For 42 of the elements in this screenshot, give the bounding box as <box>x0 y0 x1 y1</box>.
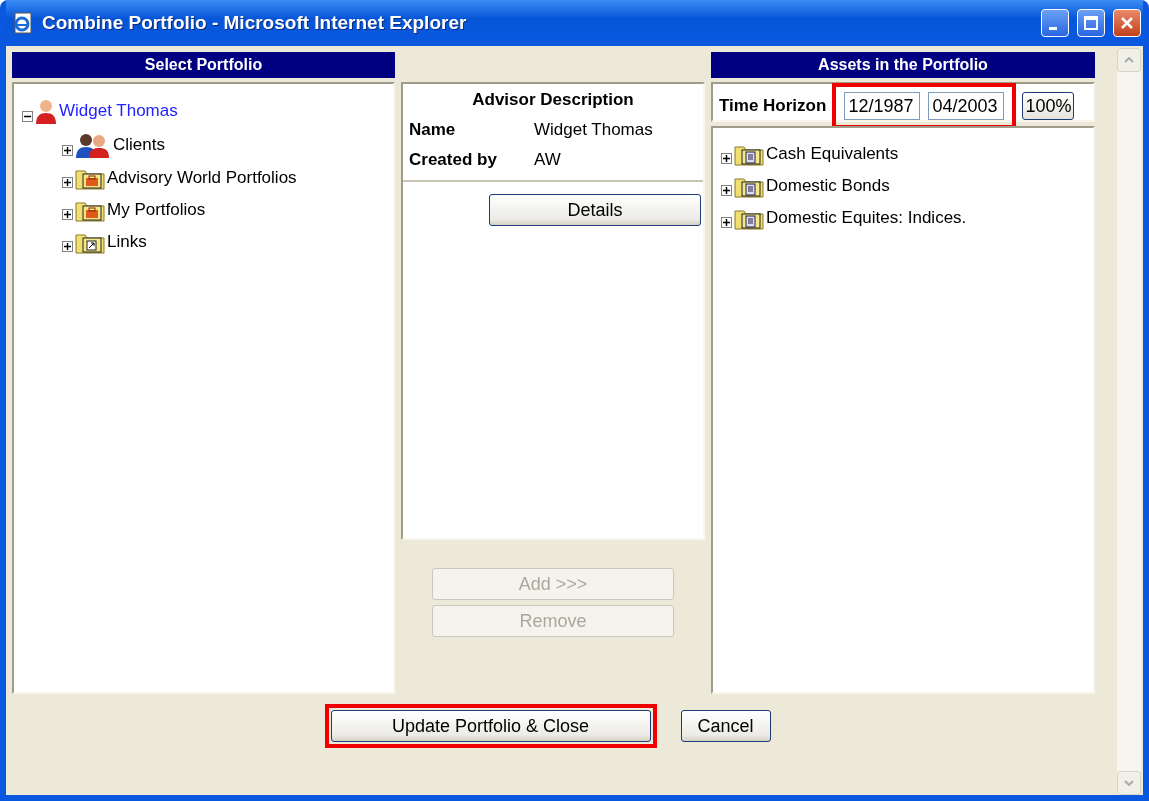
minimize-icon <box>1049 26 1057 30</box>
field-label: Created by <box>409 150 498 170</box>
tree-item[interactable]: Advisory World Portfolios <box>107 168 297 188</box>
person-icon <box>35 98 57 124</box>
panel-header: Select Portfolio <box>12 52 395 78</box>
details-button[interactable]: Details <box>489 194 701 226</box>
tree-item[interactable]: Domestic Bonds <box>766 176 890 196</box>
tree-item[interactable]: Links <box>107 232 147 252</box>
browser-icon <box>12 12 34 34</box>
time-horizon-label: Time Horizon <box>719 96 827 116</box>
field-value: Widget Thomas <box>534 120 654 140</box>
footer-button[interactable]: Cancel <box>680 710 771 742</box>
expand-icon[interactable] <box>62 209 73 220</box>
maximize-button[interactable] <box>1077 9 1105 37</box>
end-date-field[interactable]: 04/2003 <box>928 92 1005 120</box>
window-title: Combine Portfolio - Microsoft Internet Explorer <box>42 12 468 34</box>
minimize-button[interactable] <box>1041 9 1069 37</box>
maximize-icon <box>1084 16 1098 30</box>
description-heading: Advisor Description <box>471 90 635 110</box>
tree-item[interactable]: Cash Equivalents <box>766 144 899 164</box>
panel-header: Assets in the Portfolio <box>711 52 1095 78</box>
expand-icon[interactable] <box>62 241 73 252</box>
expand-icon[interactable] <box>62 177 73 188</box>
tree-item[interactable]: Domestic Equites: Indices. <box>766 208 967 228</box>
chevron-down-icon <box>1124 780 1134 786</box>
field-label: Name <box>409 120 457 140</box>
tree-item[interactable]: Clients <box>113 135 165 155</box>
people-icon <box>75 132 111 158</box>
chevron-up-icon <box>1124 57 1134 63</box>
close-button[interactable] <box>1113 9 1141 37</box>
expand-icon[interactable] <box>62 145 73 156</box>
percent-button[interactable]: 100% <box>1022 92 1075 120</box>
expand-icon[interactable] <box>721 153 732 164</box>
start-date-field[interactable]: 12/1987 <box>844 92 921 120</box>
collapse-icon[interactable] <box>22 111 33 122</box>
footer-button[interactable]: Update Portfolio & Close <box>330 710 651 742</box>
close-icon <box>1120 16 1134 30</box>
tree-item[interactable]: My Portfolios <box>107 200 206 220</box>
expand-icon[interactable] <box>721 217 732 228</box>
expand-icon[interactable] <box>721 185 732 196</box>
tree-item[interactable]: Widget Thomas <box>59 101 178 121</box>
field-value: AW <box>534 150 562 170</box>
